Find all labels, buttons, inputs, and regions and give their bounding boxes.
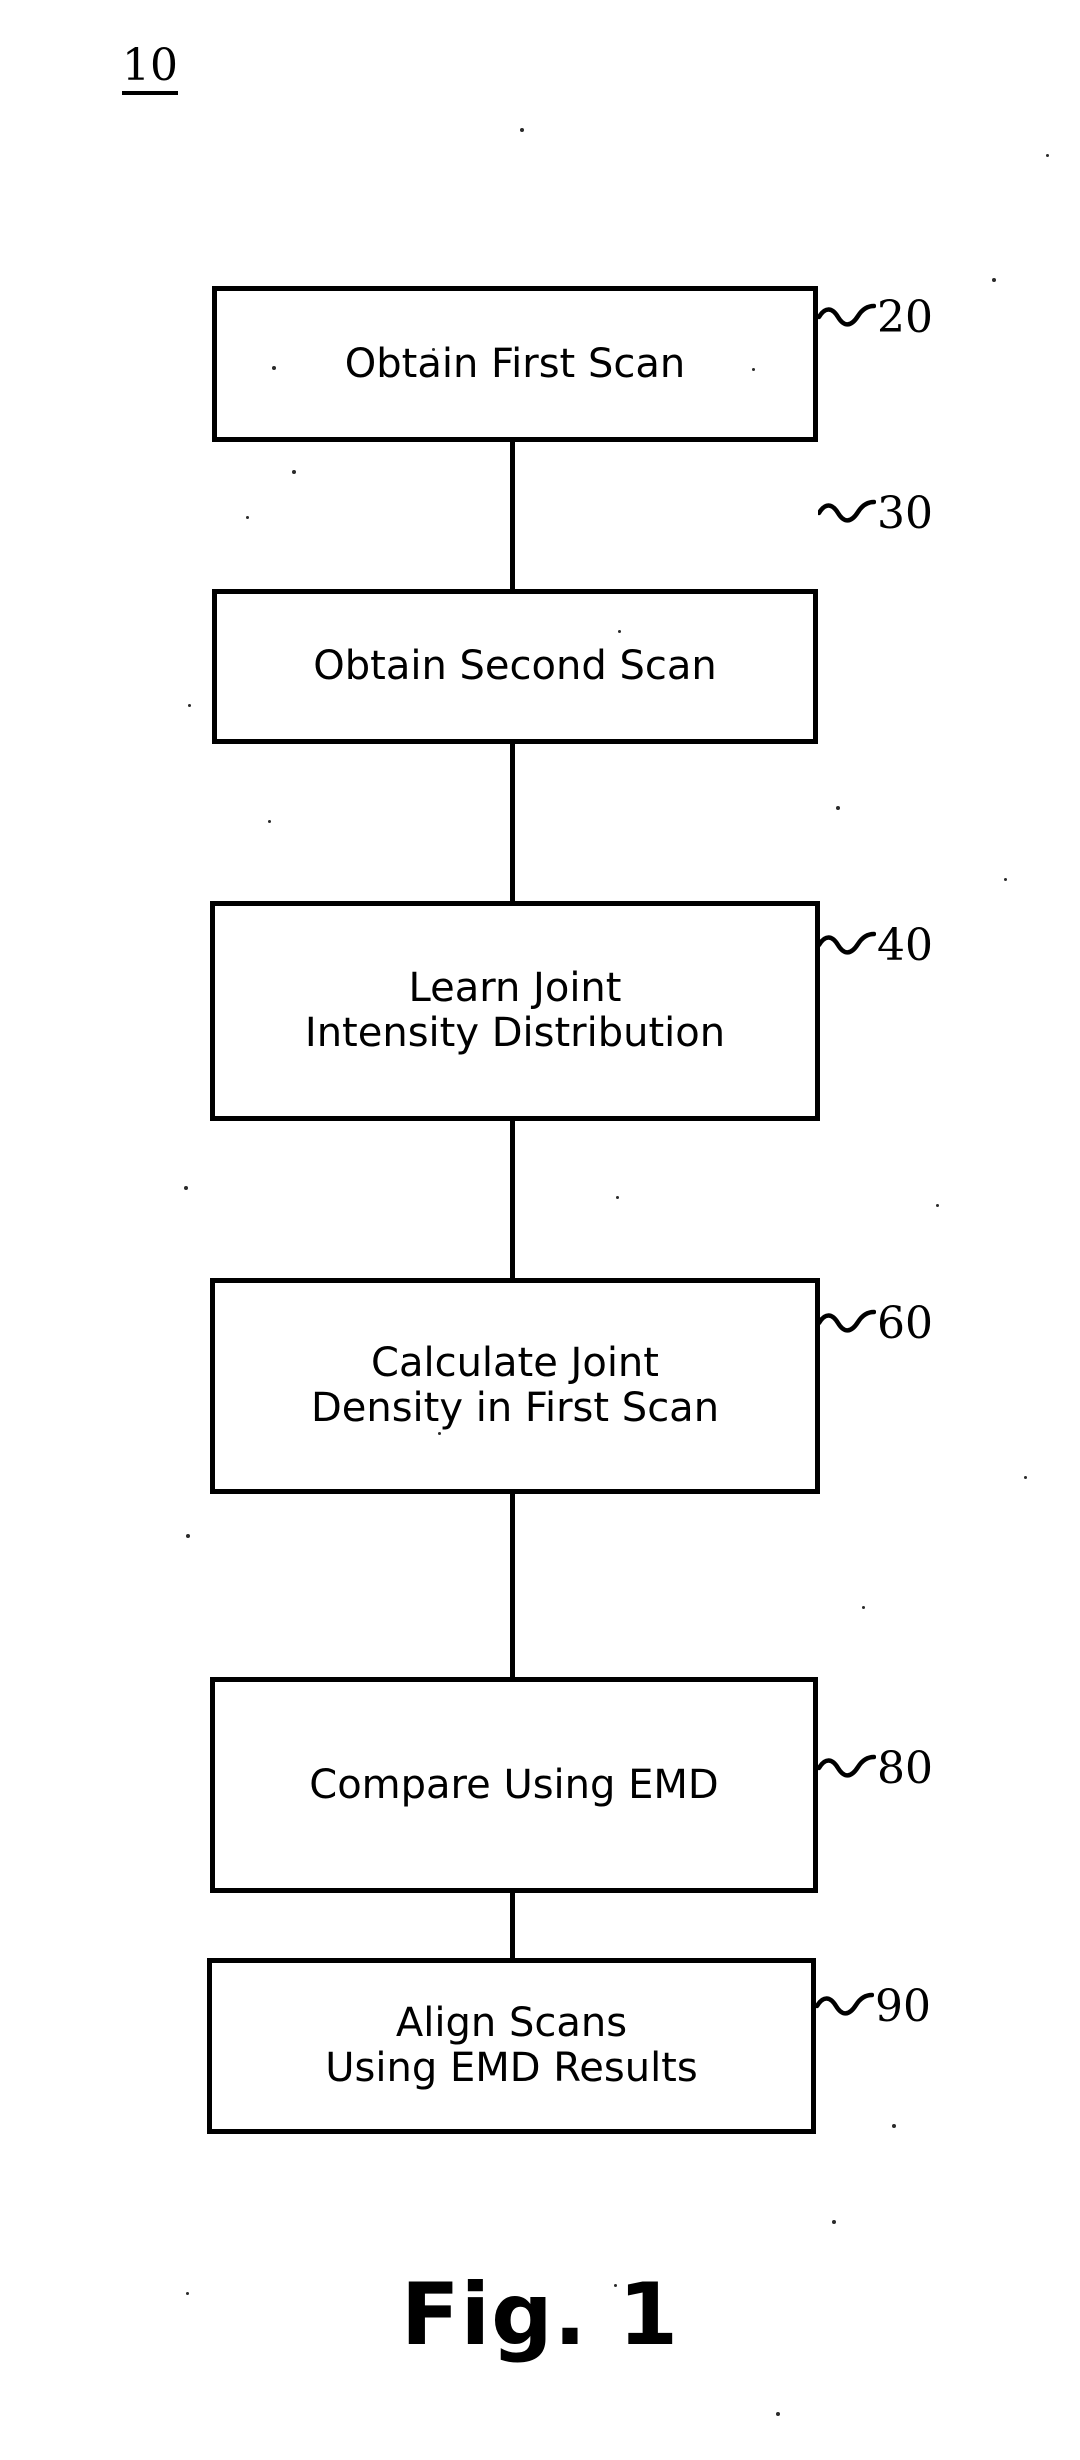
scan-speck (188, 704, 191, 707)
connector-2-3 (510, 743, 515, 903)
figure-reference-number: 10 (122, 44, 178, 95)
connector-3-4 (510, 1121, 515, 1280)
flow-node-label: Obtain Second Scan (313, 643, 717, 690)
callout-80: 80 (818, 1747, 933, 1791)
squiggle-lead-icon (818, 931, 876, 955)
callout-30: 30 (818, 492, 933, 536)
callout-60: 60 (818, 1302, 933, 1346)
flow-node-label: Align Scans Using EMD Results (325, 2000, 698, 2091)
scan-speck (186, 2292, 189, 2295)
figure-caption: Fig. 1 (400, 2265, 680, 2365)
flow-node-learn-joint-intensity-distribution[interactable]: Learn Joint Intensity Distribution (210, 901, 820, 1121)
scan-speck (836, 806, 840, 810)
callout-ref-number: 30 (877, 488, 933, 539)
flow-node-compare-using-emd[interactable]: Compare Using EMD (210, 1677, 818, 1893)
squiggle-lead-icon (818, 1754, 876, 1778)
scan-speck (292, 470, 296, 474)
scan-speck (614, 2284, 617, 2287)
callout-20: 20 (818, 296, 933, 340)
squiggle-lead-icon (818, 1309, 876, 1333)
flow-node-obtain-first-scan[interactable]: Obtain First Scan (212, 286, 818, 442)
scan-speck (936, 1204, 939, 1207)
scan-speck (752, 368, 755, 371)
callout-ref-number: 60 (877, 1298, 933, 1349)
scan-speck (832, 2220, 836, 2224)
scan-speck (862, 1606, 865, 1609)
squiggle-lead-icon (818, 499, 876, 523)
flow-node-label: Compare Using EMD (309, 1761, 719, 1808)
scan-speck (616, 1196, 619, 1199)
scan-speck (186, 1534, 190, 1538)
connector-1-2 (510, 441, 515, 591)
scan-speck (268, 820, 271, 823)
flow-node-obtain-second-scan[interactable]: Obtain Second Scan (212, 589, 818, 744)
flow-node-label: Learn Joint Intensity Distribution (304, 965, 726, 1056)
scan-speck (184, 1186, 188, 1190)
callout-90: 90 (816, 1985, 931, 2029)
scan-speck (618, 630, 621, 633)
flow-node-label: Calculate Joint Density in First Scan (310, 1340, 720, 1431)
figure-canvas: 10 Obtain First Scan 20 Obtain Second Sc… (0, 0, 1080, 2460)
scan-speck (432, 348, 435, 351)
callout-40: 40 (818, 924, 933, 968)
squiggle-lead-icon (818, 303, 876, 327)
scan-speck (776, 2412, 780, 2416)
scan-speck (272, 366, 276, 370)
flow-node-align-scans[interactable]: Align Scans Using EMD Results (207, 1958, 816, 2134)
callout-ref-number: 40 (877, 920, 933, 971)
connector-4-5 (510, 1494, 515, 1679)
scan-speck (246, 516, 249, 519)
scan-speck (892, 2124, 896, 2128)
callout-ref-number: 80 (877, 1743, 933, 1794)
scan-speck (520, 128, 524, 132)
callout-ref-number: 20 (877, 292, 933, 343)
flow-node-calculate-joint-density[interactable]: Calculate Joint Density in First Scan (210, 1278, 820, 1494)
connector-5-6 (510, 1893, 515, 1960)
scan-speck (1024, 1476, 1027, 1479)
scan-speck (1046, 154, 1049, 157)
scan-speck (1004, 878, 1007, 881)
scan-speck (438, 1432, 441, 1435)
callout-ref-number: 90 (875, 1981, 931, 2032)
scan-speck (992, 278, 996, 282)
squiggle-lead-icon (816, 1992, 874, 2016)
flow-node-label: Obtain First Scan (344, 340, 686, 387)
